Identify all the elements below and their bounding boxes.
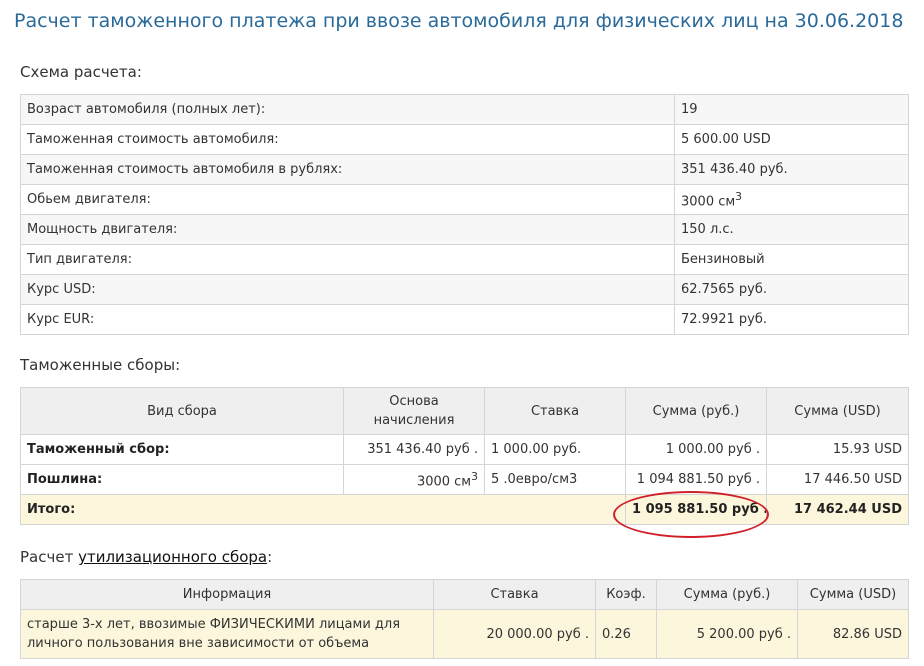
util-title-link[interactable]: утилизационного сбора xyxy=(78,548,267,566)
column-header: Информация xyxy=(20,579,434,610)
fee-rate: 1 000.00 руб. xyxy=(484,434,626,465)
annotation-circle xyxy=(613,491,769,538)
scheme-value: 150 л.с. xyxy=(674,214,909,245)
scheme-value: 351 436.40 руб. xyxy=(674,154,909,185)
column-header: Сумма (руб.) xyxy=(656,579,798,610)
scheme-label: Таможенная стоимость автомобиля в рублях… xyxy=(20,154,675,185)
fee-base: 3000 см3 xyxy=(343,464,485,495)
scheme-label: Курс EUR: xyxy=(20,304,675,335)
total-row: Итого: 1 095 881.50 руб . 17 462.44 USD xyxy=(20,494,909,525)
scheme-value: 19 xyxy=(674,94,909,125)
util-info: старше 3-х лет, ввозимые ФИЗИЧЕСКИМИ лиц… xyxy=(20,609,434,659)
scheme-label: Мощность двигателя: xyxy=(20,214,675,245)
scheme-table: Возраст автомобиля (полных лет): 19 Тамож… xyxy=(20,94,909,335)
total-sum-usd: 17 462.44 USD xyxy=(766,494,909,525)
util-title: Расчет утилизационного сбора: xyxy=(20,548,272,566)
page: Расчет таможенного платежа при ввозе авт… xyxy=(0,0,924,666)
table-row: Обьем двигателя: 3000 см3 xyxy=(20,184,909,215)
scheme-label: Тип двигателя: xyxy=(20,244,675,275)
scheme-value: 62.7565 руб. xyxy=(674,274,909,305)
table-row: старше 3-х лет, ввозимые ФИЗИЧЕСКИМИ лиц… xyxy=(20,609,909,659)
util-rate: 20 000.00 руб . xyxy=(433,609,596,659)
fee-sum-usd: 17 446.50 USD xyxy=(766,464,909,495)
table-row: Курс EUR: 72.9921 руб. xyxy=(20,304,909,335)
column-header: Ставка xyxy=(484,387,626,435)
scheme-value: Бензиновый xyxy=(674,244,909,275)
table-row: Таможенная стоимость автомобиля в рублях… xyxy=(20,154,909,185)
scheme-title: Схема расчета: xyxy=(20,63,142,81)
column-header: Основа начисления xyxy=(343,387,485,435)
column-header: Вид сбора xyxy=(20,387,344,435)
fees-table: Вид сбора Основа начисления Ставка Сумма… xyxy=(20,387,909,525)
fee-sum-rub: 1 094 881.50 руб . xyxy=(625,464,767,495)
column-header: Ставка xyxy=(433,579,596,610)
fee-type: Пошлина: xyxy=(20,464,344,495)
table-row: Таможенная стоимость автомобиля: 5 600.00… xyxy=(20,124,909,155)
table-row: Курс USD: 62.7565 руб. xyxy=(20,274,909,305)
util-sum-usd: 82.86 USD xyxy=(797,609,909,659)
fee-base-value: 3000 см xyxy=(416,474,472,490)
scheme-value: 72.9921 руб. xyxy=(674,304,909,335)
table-row: Пошлина: 3000 см3 5 .0евро/см3 1 094 881… xyxy=(20,464,909,495)
column-header: Сумма (руб.) xyxy=(625,387,767,435)
superscript: 3 xyxy=(735,189,743,203)
column-header: Сумма (USD) xyxy=(797,579,909,610)
util-coef: 0.26 xyxy=(595,609,657,659)
util-sum-rub: 5 200.00 руб . xyxy=(656,609,798,659)
fee-type: Таможенный сбор: xyxy=(20,434,344,465)
fees-title: Таможенные сборы: xyxy=(20,356,181,374)
page-title: Расчет таможенного платежа при ввозе авт… xyxy=(14,10,904,32)
table-row: Тип двигателя: Бензиновый xyxy=(20,244,909,275)
fee-rate: 5 .0евро/см3 xyxy=(484,464,626,495)
column-header: Коэф. xyxy=(595,579,657,610)
table-header-row: Информация Ставка Коэф. Сумма (руб.) Сум… xyxy=(20,579,909,610)
scheme-value: 5 600.00 USD xyxy=(674,124,909,155)
scheme-label: Курс USD: xyxy=(20,274,675,305)
util-title-suffix: : xyxy=(267,548,273,566)
table-header-row: Вид сбора Основа начисления Ставка Сумма… xyxy=(20,387,909,435)
scheme-label: Возраст автомобиля (полных лет): xyxy=(20,94,675,125)
engine-volume-value: 3000 см xyxy=(681,194,736,210)
table-row: Возраст автомобиля (полных лет): 19 xyxy=(20,94,909,125)
scheme-label: Обьем двигателя: xyxy=(20,184,675,215)
fee-sum-usd: 15.93 USD xyxy=(766,434,909,465)
util-table: Информация Ставка Коэф. Сумма (руб.) Сум… xyxy=(20,579,909,659)
scheme-value: 3000 см3 xyxy=(674,184,909,215)
table-row: Таможенный сбор: 351 436.40 руб . 1 000.… xyxy=(20,434,909,465)
superscript: 3 xyxy=(471,469,478,483)
scheme-label: Таможенная стоимость автомобиля: xyxy=(20,124,675,155)
table-row: Мощность двигателя: 150 л.с. xyxy=(20,214,909,245)
fee-sum-rub: 1 000.00 руб . xyxy=(625,434,767,465)
util-title-prefix: Расчет xyxy=(20,548,79,566)
column-header: Сумма (USD) xyxy=(766,387,909,435)
total-label: Итого: xyxy=(20,494,626,525)
fee-base: 351 436.40 руб . xyxy=(343,434,485,465)
